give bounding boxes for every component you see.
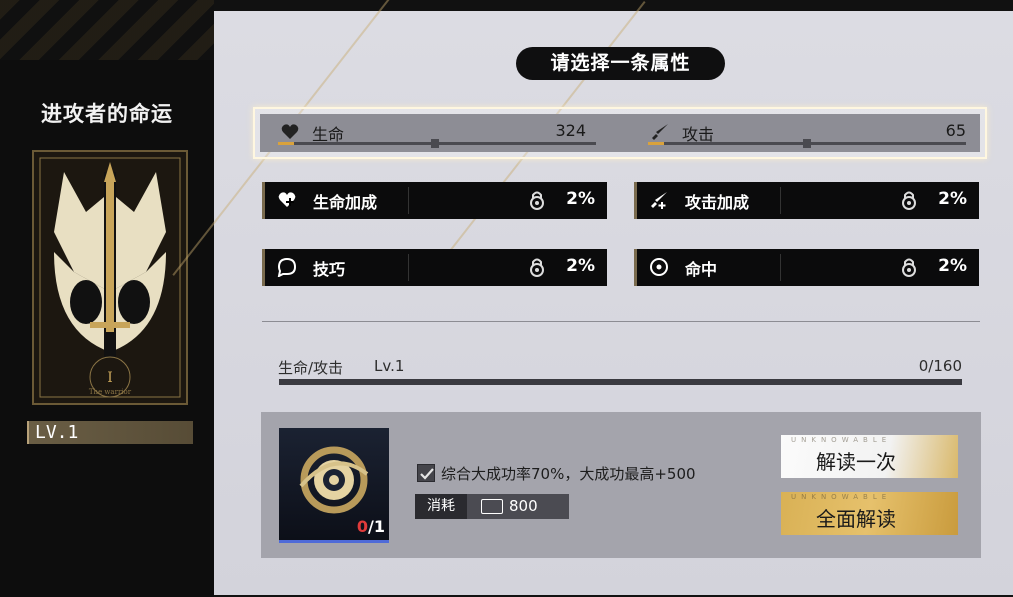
lock-icon: [902, 258, 916, 277]
attribute-option-name: 生命加成: [313, 193, 378, 212]
cost-label: 消耗: [415, 494, 467, 519]
select-attribute-prompt: 请选择一条属性: [516, 47, 725, 80]
attribute-option-skill[interactable]: 技巧 2%: [262, 249, 607, 286]
level-badge: LV.1: [27, 421, 193, 444]
base-attribute-hp[interactable]: 生命 324: [260, 114, 600, 152]
item-count: 0/1: [357, 517, 385, 536]
attribute-option-value: 2%: [566, 189, 595, 209]
base-attribute-row[interactable]: 生命 324 攻击 65: [260, 114, 980, 152]
currency-icon: [481, 499, 503, 514]
attack-boost-icon: [651, 192, 667, 209]
cost-amount: 800: [509, 497, 538, 515]
progress-label: 生命/攻击: [278, 359, 344, 377]
base-attribute-bar-fill: [278, 142, 294, 145]
fate-title: 进攻者的命运: [41, 102, 173, 126]
crosshair-icon: [650, 258, 668, 276]
decode-once-label: 解读一次: [816, 450, 896, 474]
progress-bar: [279, 379, 962, 385]
decode-all-button[interactable]: UNKNOWABLE 全面解读: [781, 492, 958, 535]
option-description: 综合大成功率70%，大成功最高+500: [441, 465, 696, 483]
progress-count: 0/160: [918, 357, 962, 375]
checkmark-icon: [420, 468, 434, 480]
section-divider: [262, 321, 980, 322]
sword-icon: [652, 124, 668, 140]
top-stripe-decoration: [0, 0, 214, 60]
base-attribute-bar-fill: [648, 142, 664, 145]
bar-marker: [431, 139, 439, 148]
lock-icon: [530, 191, 544, 210]
lock-icon: [530, 258, 544, 277]
base-attribute-value: 65: [945, 121, 966, 140]
attribute-option-hp-bonus[interactable]: 生命加成 2%: [262, 182, 607, 219]
heart-icon: [281, 124, 299, 139]
attribute-option-name: 攻击加成: [685, 193, 750, 212]
item-count-total: /1: [368, 517, 385, 536]
button-watermark: UNKNOWABLE: [791, 436, 892, 444]
skill-icon: [277, 257, 297, 277]
attribute-option-name: 技巧: [313, 260, 346, 279]
attribute-option-atk-bonus[interactable]: 攻击加成 2%: [634, 182, 979, 219]
attribute-option-accuracy[interactable]: 命中 2%: [634, 249, 979, 286]
left-panel: 进攻者的命运 I The warrior LV.1: [0, 0, 214, 597]
warrior-card-art-icon: [39, 157, 181, 398]
lock-icon: [902, 191, 916, 210]
base-attribute-bar: [278, 139, 596, 148]
item-slot[interactable]: 0/1: [279, 428, 389, 543]
attribute-option-value: 2%: [566, 256, 595, 276]
option-checkbox[interactable]: [417, 464, 435, 482]
base-attribute-atk[interactable]: 攻击 65: [630, 114, 980, 152]
card-caption: The warrior: [88, 388, 132, 396]
progress-level: Lv.1: [374, 357, 405, 375]
attribute-option-value: 2%: [938, 189, 967, 209]
decode-all-label: 全面解读: [816, 507, 896, 531]
button-watermark: UNKNOWABLE: [791, 493, 892, 501]
bar-marker: [803, 139, 811, 148]
cost-amount-box: 800: [467, 494, 569, 519]
attribute-option-value: 2%: [938, 256, 967, 276]
base-attribute-value: 324: [555, 121, 586, 140]
card-numeral: I: [107, 370, 113, 386]
item-count-have: 0: [356, 517, 369, 536]
decode-once-button[interactable]: UNKNOWABLE 解读一次: [781, 435, 958, 478]
heart-plus-icon: [278, 192, 296, 207]
attribute-option-name: 命中: [685, 260, 718, 279]
fate-card[interactable]: I The warrior: [32, 150, 188, 405]
base-attribute-bar: [648, 139, 966, 148]
